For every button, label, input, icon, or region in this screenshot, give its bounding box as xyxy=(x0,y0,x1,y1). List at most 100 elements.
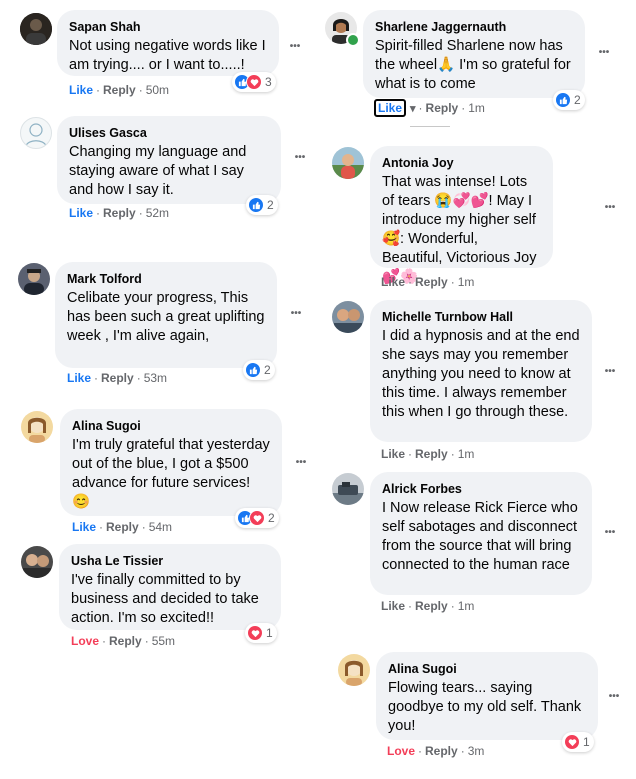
reply-button[interactable]: Reply xyxy=(415,599,448,613)
reaction-count: 2 xyxy=(268,511,275,525)
timestamp[interactable]: 3m xyxy=(468,744,485,758)
author-name[interactable]: Ulises Gasca xyxy=(69,125,269,141)
reply-button[interactable]: Reply xyxy=(103,83,136,97)
comment-actions: Love · Reply · 3m xyxy=(387,744,485,758)
timestamp[interactable]: 1m xyxy=(458,447,475,461)
like-button[interactable]: Like xyxy=(381,447,405,461)
reaction-summary[interactable]: 2 xyxy=(243,360,275,380)
comment-text: Changing my language and staying aware o… xyxy=(69,144,247,198)
author-name[interactable]: Mark Tolford xyxy=(67,271,265,287)
timestamp[interactable]: 55m xyxy=(152,634,175,648)
avatar[interactable] xyxy=(332,473,364,505)
timestamp[interactable]: 54m xyxy=(149,520,172,534)
reaction-summary[interactable]: 2 xyxy=(235,508,279,528)
comment-actions: Like ▾ · Reply · 1m xyxy=(374,99,485,117)
more-options-icon[interactable]: ••• xyxy=(600,523,620,543)
reaction-picker-chevron-icon[interactable]: ▾ xyxy=(406,103,416,115)
comment-text: I Now release Rick Fierce who self sabot… xyxy=(382,500,578,573)
more-options-icon[interactable]: ••• xyxy=(291,453,311,473)
comment-bubble: Alina Sugoi Flowing tears... saying good… xyxy=(376,652,598,740)
like-button[interactable]: Like xyxy=(381,275,405,289)
avatar[interactable] xyxy=(21,546,53,578)
comment-text: Celibate your progress, This has been su… xyxy=(67,290,265,344)
avatar-image xyxy=(21,411,53,443)
more-options-icon[interactable]: ••• xyxy=(600,362,620,382)
love-reaction-icon xyxy=(564,734,580,750)
comment-text: I did a hypnosis and at the end she says… xyxy=(382,328,580,420)
more-options-icon[interactable]: ••• xyxy=(290,148,310,168)
comment-bubble: Ulises Gasca Changing my language and st… xyxy=(57,116,281,204)
avatar-image xyxy=(332,301,364,333)
reaction-count: 3 xyxy=(265,75,272,89)
like-button[interactable]: Like xyxy=(67,371,91,385)
timestamp[interactable]: 53m xyxy=(144,371,167,385)
comment-bubble: Antonia Joy That was intense! Lots of te… xyxy=(370,146,553,285)
reply-button[interactable]: Reply xyxy=(425,744,458,758)
reply-button[interactable]: Reply xyxy=(415,447,448,461)
author-name[interactable]: Sharlene Jaggernauth xyxy=(375,19,573,35)
avatar[interactable] xyxy=(20,13,52,45)
love-button[interactable]: Love xyxy=(387,744,415,758)
avatar[interactable] xyxy=(18,263,50,295)
more-options-icon[interactable]: ••• xyxy=(604,687,624,707)
like-reaction-icon xyxy=(245,362,261,378)
love-reaction-icon xyxy=(247,625,263,641)
reply-button[interactable]: Reply xyxy=(103,206,136,220)
reply-button[interactable]: Reply xyxy=(426,101,459,115)
reaction-count: 2 xyxy=(574,93,581,107)
like-reaction-icon xyxy=(555,92,571,108)
reply-button[interactable]: Reply xyxy=(106,520,139,534)
more-options-icon[interactable]: ••• xyxy=(594,43,614,63)
reaction-summary[interactable]: 1 xyxy=(245,623,277,643)
like-button[interactable]: Like xyxy=(374,99,407,117)
author-name[interactable]: Antonia Joy xyxy=(382,155,541,171)
author-name[interactable]: Sapan Shah xyxy=(69,19,267,35)
comment-text: Not using negative words like I am tryin… xyxy=(69,38,266,73)
like-button[interactable]: Like xyxy=(72,520,96,534)
comment-actions: Like · Reply · 1m xyxy=(381,599,475,613)
author-name[interactable]: Alina Sugoi xyxy=(72,418,270,434)
timestamp[interactable]: 50m xyxy=(146,83,169,97)
avatar[interactable] xyxy=(20,117,52,149)
like-button[interactable]: Like xyxy=(381,599,405,613)
reply-button[interactable]: Reply xyxy=(101,371,134,385)
comment-bubble: Mark Tolford Celibate your progress, Thi… xyxy=(55,262,277,368)
comment-actions: Like · Reply · 53m xyxy=(67,371,168,385)
timestamp[interactable]: 1m xyxy=(468,101,485,115)
comment-bubble: Usha Le Tissier I've finally committed t… xyxy=(59,544,281,630)
reaction-summary[interactable]: 2 xyxy=(553,90,585,110)
comment-text: I'm truly grateful that yesterday out of… xyxy=(72,437,270,510)
reaction-count: 1 xyxy=(266,626,273,640)
reply-button[interactable]: Reply xyxy=(415,275,448,289)
author-name[interactable]: Alina Sugoi xyxy=(388,661,586,677)
author-name[interactable]: Alrick Forbes xyxy=(382,481,580,497)
avatar[interactable] xyxy=(21,411,53,443)
online-status-indicator xyxy=(346,33,360,47)
comment-actions: Like · Reply · 1m xyxy=(381,275,475,289)
timestamp[interactable]: 52m xyxy=(146,206,169,220)
reaction-summary[interactable]: 1 xyxy=(562,732,594,752)
comment-actions: Love · Reply · 55m xyxy=(71,634,176,648)
avatar[interactable] xyxy=(338,654,370,686)
comment-actions: Like · Reply · 1m xyxy=(381,447,475,461)
timestamp[interactable]: 1m xyxy=(458,599,475,613)
avatar-image xyxy=(332,473,364,505)
reaction-summary[interactable]: 2 xyxy=(246,195,278,215)
avatar[interactable] xyxy=(332,147,364,179)
avatar[interactable] xyxy=(332,301,364,333)
comment-text: Flowing tears... saying goodbye to my ol… xyxy=(388,680,582,734)
more-options-icon[interactable]: ••• xyxy=(286,304,306,324)
like-button[interactable]: Like xyxy=(69,83,93,97)
reaction-summary[interactable]: 3 xyxy=(232,72,276,92)
love-reaction-icon xyxy=(246,74,262,90)
comment-bubble: Alina Sugoi I'm truly grateful that yest… xyxy=(60,409,282,516)
reply-button[interactable]: Reply xyxy=(109,634,142,648)
author-name[interactable]: Michelle Turnbow Hall xyxy=(382,309,580,325)
more-options-icon[interactable]: ••• xyxy=(600,198,620,218)
avatar-image xyxy=(20,13,52,45)
love-button[interactable]: Love xyxy=(71,634,99,648)
author-name[interactable]: Usha Le Tissier xyxy=(71,553,269,569)
more-options-icon[interactable]: ••• xyxy=(285,37,305,57)
timestamp[interactable]: 1m xyxy=(458,275,475,289)
like-button[interactable]: Like xyxy=(69,206,93,220)
